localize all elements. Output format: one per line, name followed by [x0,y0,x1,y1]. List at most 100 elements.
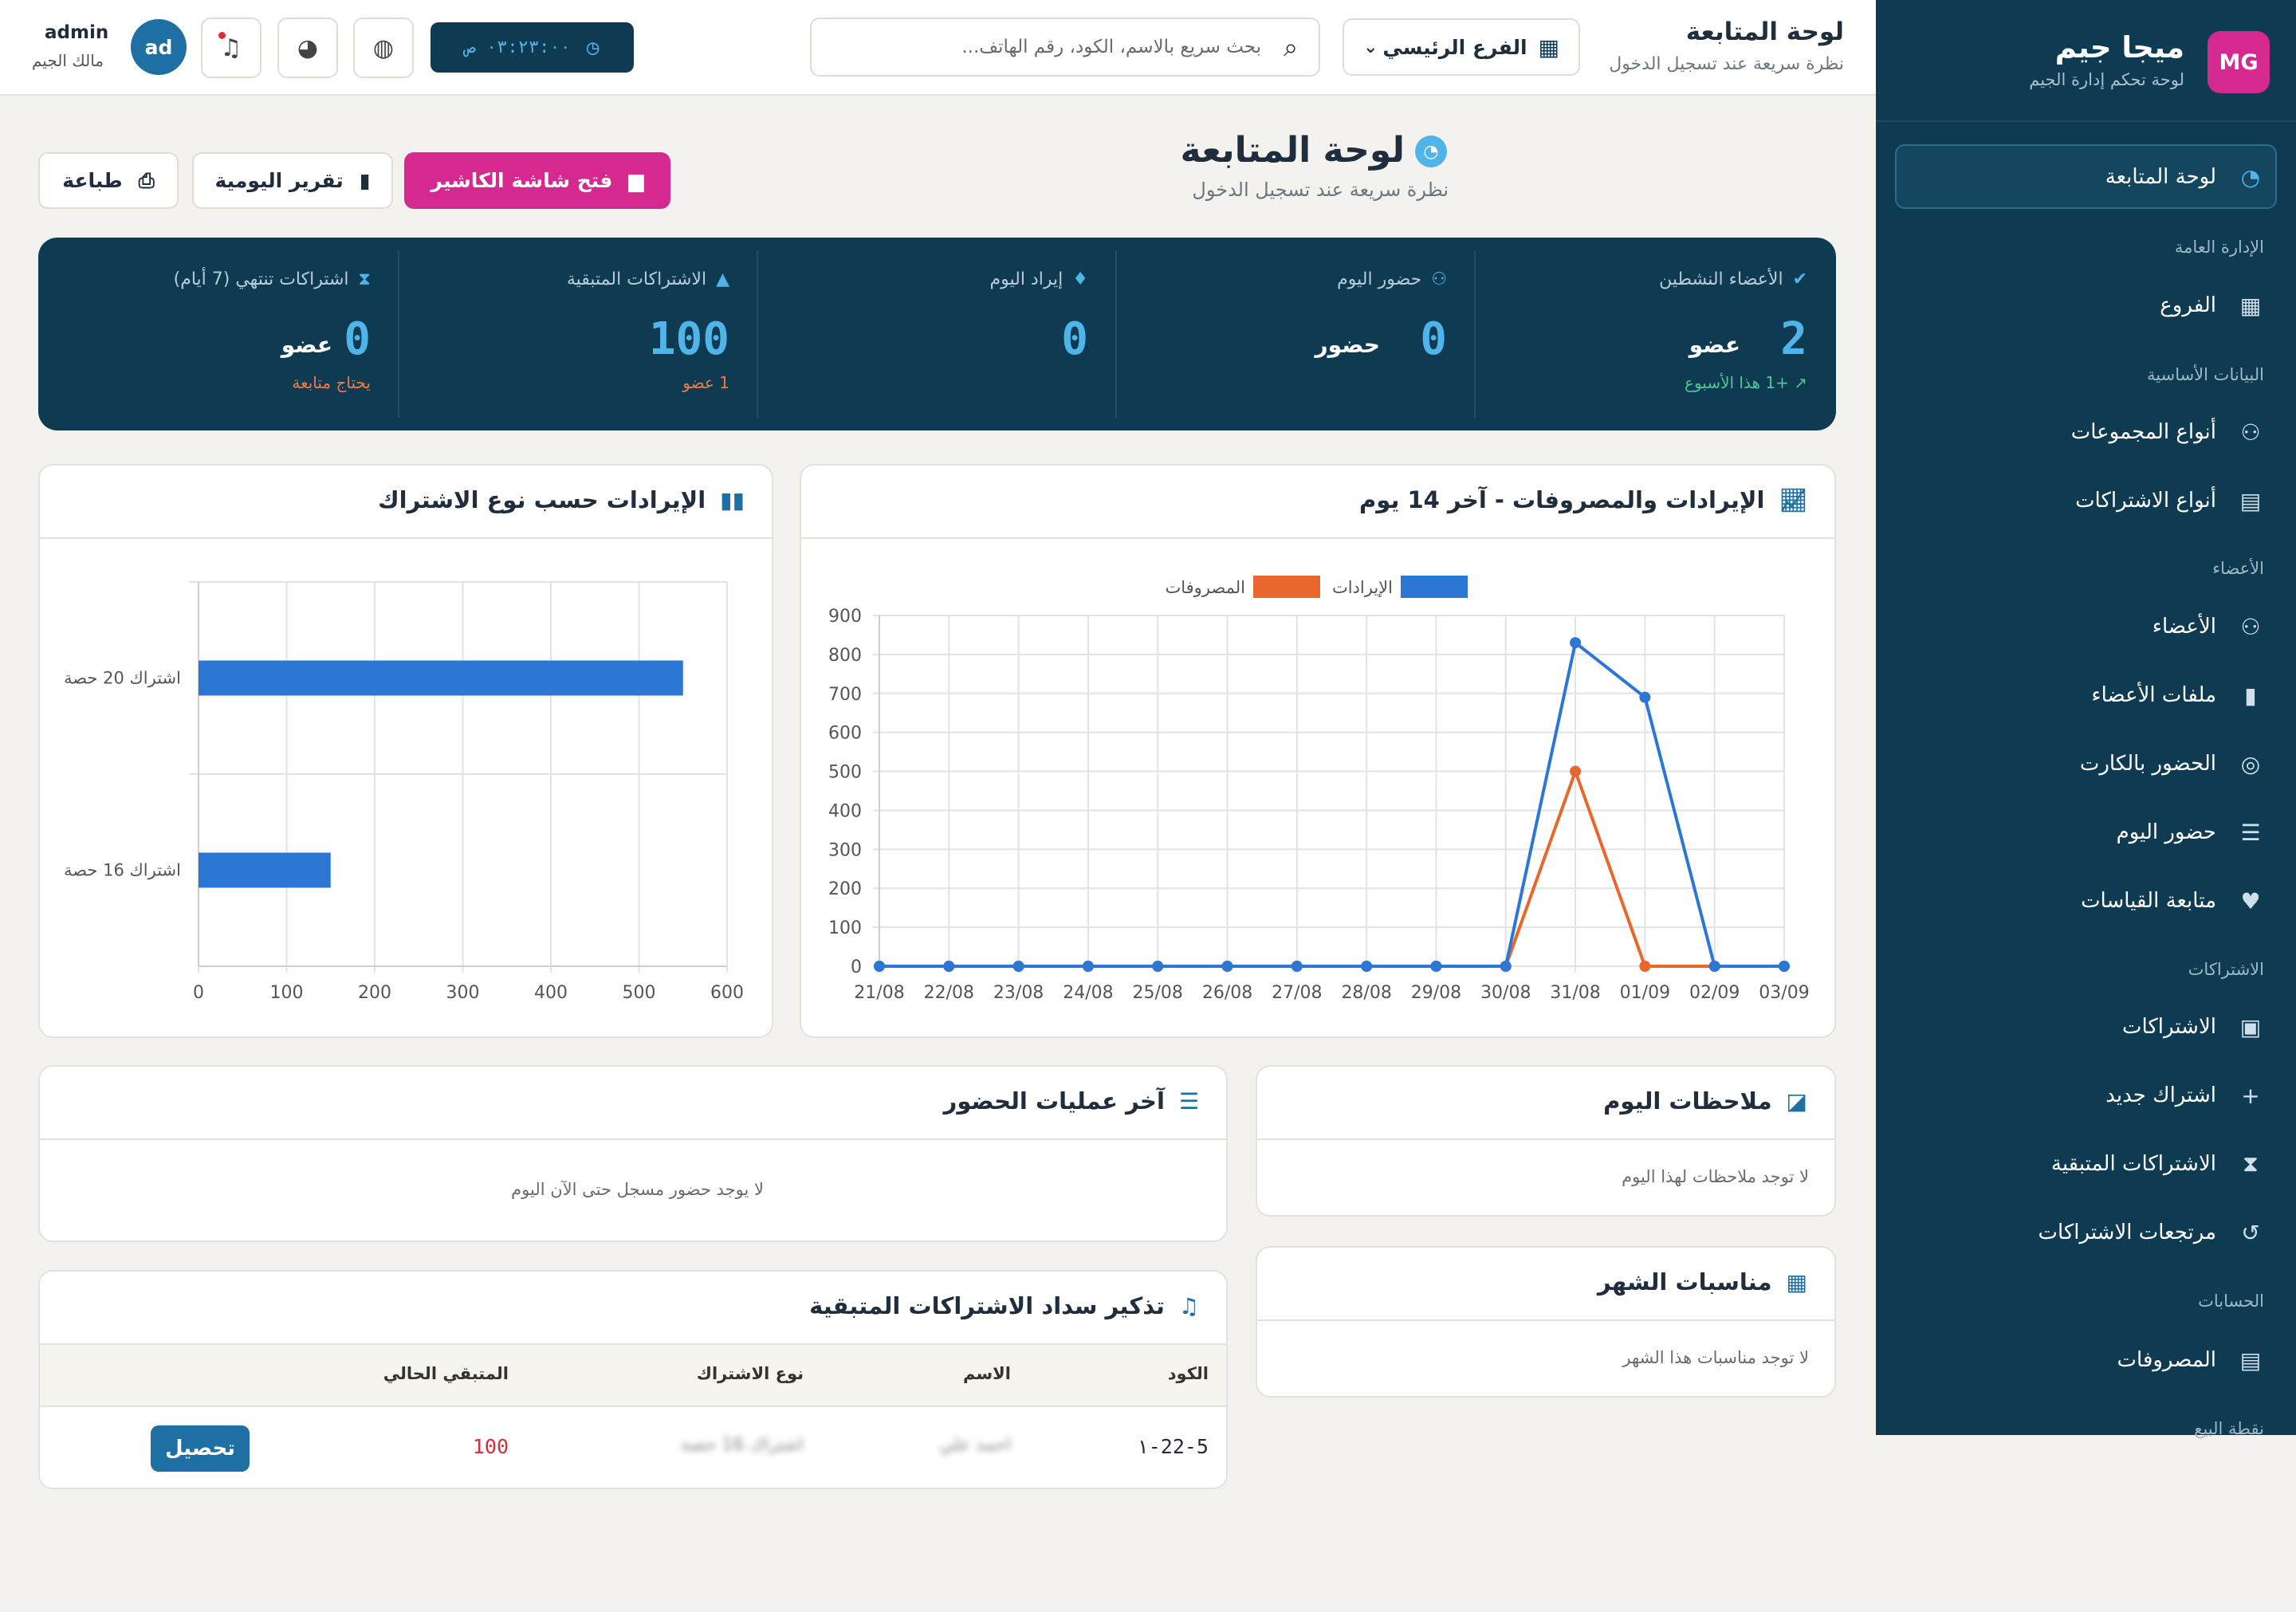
stat-expiring-subscriptions: ⧗ اشتراكات تنتهي (7 أيام) 0 عضو يحتاج مت… [41,238,399,431]
x-tick-label: 23/08 [993,983,1044,1003]
list-check-icon: ☰ [1178,1087,1199,1115]
card-title: 📈︎ الإيرادات والمصروفات - آخر 14 يوم [1359,486,1807,513]
sidebar-item-label: مرتجعات الاشتراكات [2038,1221,2216,1244]
card-title: ▦ مناسبات الشهر [1598,1268,1807,1295]
data-point [1639,691,1651,703]
member-name: احمد علي [939,1435,1011,1455]
daily-report-label: تقرير اليومية [214,169,344,192]
y-tick-label: 300 [828,840,862,860]
search-icon: ⌕ [1284,31,1298,62]
revenue-expense-card: 📈︎ الإيرادات والمصروفات - آخر 14 يوم 0 10… [800,464,1836,1038]
theme-button[interactable]: ◕ [277,18,338,78]
warning-icon: ▲ [716,269,729,289]
trend-up-icon: ↗ [1794,373,1807,392]
stat-note: ↗ +1 هذا الأسبوع [1685,373,1807,392]
sidebar-item-subscription-types[interactable]: ▤ أنواع الاشتراكات [2075,477,2264,525]
groups-icon: ⚇ [2240,419,2261,446]
x-tick-label: 21/08 [854,983,904,1003]
bar [199,852,331,888]
data-point [1779,961,1790,972]
card-title: ☰ آخر عمليات الحضور [944,1087,1199,1115]
print-button[interactable]: ⎙ طباعة [38,152,179,209]
column-header: المتبقي الحالي [383,1364,509,1383]
search-input[interactable]: ⌕ بحث سريع بالاسم، الكود، رقم الهاتف... [810,18,1320,77]
sidebar-item-group-types[interactable]: ⚇ أنواع المجموعات [2071,408,2264,456]
sidebar-item-member-files[interactable]: ▮ ملفات الأعضاء [2091,671,2264,719]
fingerprint-icon: ◎ [2240,750,2261,777]
palette-icon: ◕ [297,33,319,62]
bar-chart-icon: ▮▮ [720,486,745,513]
sidebar-item-branches[interactable]: ▦ الفروع [2160,281,2264,329]
stat-note: يحتاج متابعة [292,373,371,392]
x-tick-label: 500 [623,983,656,1003]
sidebar-item-remaining-subscriptions[interactable]: ⧗ الاشتراكات المتبقية [2051,1140,2264,1188]
brand-subtitle: لوحة تحكم إدارة الجيم [2029,70,2184,89]
language-button[interactable]: ◍ [353,18,414,78]
brand-name: ميجا جيم [2054,30,2184,65]
open-cashier-button[interactable]: ▆ فتح شاشة الكاشير [404,152,670,209]
user-role: مالك الجيم [32,51,104,70]
month-events-card: ▦ مناسبات الشهر لا توجد مناسبات هذا الشه… [1256,1246,1836,1398]
stat-label: ⧗ اشتراكات تنتهي (7 أيام) [174,269,371,289]
y-tick-label: 500 [828,763,862,783]
y-tick-label: 100 [828,918,862,938]
money-bag-icon: ♦ [1072,269,1088,289]
stat-note: 1 عضو [682,373,729,392]
sidebar-item-label: الحضور بالكارت [2079,752,2216,776]
card-header: ▦ مناسبات الشهر [1257,1248,1834,1321]
x-tick-label: 600 [710,983,744,1003]
stat-unit: عضو [281,332,332,358]
stat-note-text: +1 هذا الأسبوع [1685,373,1789,392]
daily-report-button[interactable]: ▮ تقرير اليومية [192,152,393,209]
sidebar-item-label: الاشتراكات [2121,1015,2216,1039]
column-header: الكود [1167,1364,1209,1383]
empty-state: لا توجد ملاحظات لهذا اليوم [1622,1167,1809,1186]
notifications-button[interactable]: ♫ [201,18,261,78]
print-label: طباعة [62,169,123,192]
sidebar-item-dashboard-label-row[interactable]: ◔ لوحة المتابعة [2105,153,2264,201]
sidebar-item-measurements[interactable]: ♥ متابعة القياسات [2081,877,2264,925]
sidebar-item-new-subscription[interactable]: + اشتراك جديد [2105,1071,2264,1119]
branch-label: الفرع الرئيسي [1382,35,1527,59]
card-title-text: ملاحظات اليوم [1603,1087,1772,1115]
branch-select[interactable]: ▦ الفرع الرئيسي ⌄ [1343,18,1580,76]
stat-label: ♦ إيراد اليوم [990,269,1088,289]
card-header: ▮▮ الإيرادات حسب نوع الاشتراك [40,466,772,539]
stat-label: ⚇ حضور اليوم [1337,269,1447,289]
calendar-icon: ▦ [1786,1268,1807,1295]
subscription-type: اشتراك 16 حصة [680,1435,804,1455]
stat-unit: عضو [1689,332,1740,358]
stat-today-attendance: ⚇ حضور اليوم 0 حضور [1117,238,1476,431]
x-tick-label: 30/08 [1480,983,1531,1003]
sidebar-section-title: الحسابات [2198,1292,2264,1311]
sidebar-item-subscriptions[interactable]: ▣ الاشتراكات [2122,1003,2264,1051]
clock-icon: ◷ [586,35,600,60]
sidebar-item-today-attendance[interactable]: ☰ حضور اليوم [2117,808,2264,856]
sidebar-item-members[interactable]: ⚇ الأعضاء [2152,603,2264,651]
sidebar-section-title: نقطة البيع [2194,1419,2264,1438]
printer-icon: ⎙ [138,168,155,192]
card-title: ◪ ملاحظات اليوم [1603,1087,1807,1115]
chevron-down-icon: ⌄ [1363,37,1378,57]
x-tick-label: 0 [193,983,204,1003]
collect-button[interactable]: تحصيل [151,1425,250,1472]
sidebar-item-label: ملفات الأعضاء [2091,683,2216,707]
x-tick-label: 27/08 [1272,983,1322,1003]
x-tick-label: 29/08 [1411,983,1461,1003]
checklist-icon: ☰ [2240,819,2261,846]
card-title: ♫ تذكير سداد الاشتراكات المتبقية [809,1292,1199,1319]
y-tick-label: 900 [828,607,862,627]
category-label: اشتراك 16 حصة [64,861,181,880]
search-placeholder: بحث سريع بالاسم، الكود، رقم الهاتف... [961,37,1262,57]
data-point [1082,961,1094,972]
brand-logo: MG [2208,31,2270,93]
avatar[interactable]: ad [131,19,187,75]
stat-label-text: الأعضاء النشطين [1659,269,1783,289]
sidebar-item-subscription-returns[interactable]: ↺ مرتجعات الاشتراكات [2038,1209,2264,1256]
data-point [1430,961,1442,972]
sidebar-header: MG ميجا جيم لوحة تحكم إدارة الجيم [1876,0,2296,122]
card-header: ☰ آخر عمليات الحضور [40,1067,1226,1140]
sidebar-item-card-attendance[interactable]: ◎ الحضور بالكارت [2080,740,2264,788]
sidebar-item-expenses[interactable]: ▤ المصروفات [2117,1336,2264,1384]
users-icon: ⚇ [1431,269,1447,289]
